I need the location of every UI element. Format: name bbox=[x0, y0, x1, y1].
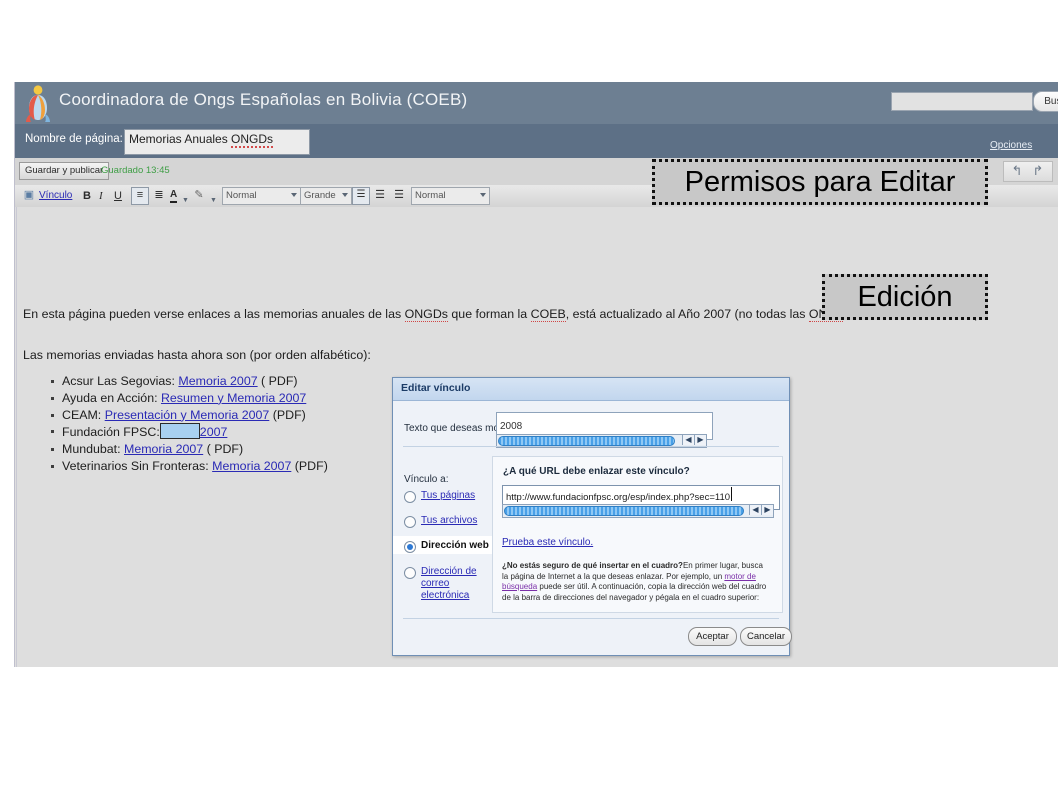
pagename-value-misspelled: ONGDs bbox=[231, 132, 274, 148]
saved-status: Guardado 13:45 bbox=[101, 165, 170, 176]
person-figure-logo-icon bbox=[26, 85, 50, 122]
list-item: Veterinarios Sin Fronteras: Memoria 2007… bbox=[49, 458, 328, 475]
para1-part-c: que forman la bbox=[447, 307, 531, 321]
url-help-text: ¿No estás seguro de qué insertar en el c… bbox=[502, 561, 768, 603]
annotation-permisos-para-editar: Permisos para Editar bbox=[652, 159, 988, 205]
radio-label: Dirección de correo electrónica bbox=[421, 566, 477, 601]
align-left-icon[interactable]: ☰ bbox=[352, 187, 370, 205]
list-item-suffix: ( PDF) bbox=[203, 442, 244, 457]
url-help-bold: ¿No estás seguro de qué insertar en el c… bbox=[502, 561, 683, 570]
pagename-label: Nombre de página: bbox=[25, 133, 123, 145]
text-color-button[interactable]: A bbox=[170, 188, 178, 203]
site-title: Coordinadora de Ongs Españolas en Bolivi… bbox=[59, 90, 468, 109]
edit-link-dialog: Editar vínculo Texto que deseas mostrar:… bbox=[392, 377, 792, 656]
list-item-suffix: ( PDF) bbox=[257, 374, 298, 388]
list-item-link[interactable]: Presentación y Memoria 2007 bbox=[105, 408, 270, 422]
scroll-left-arrow-icon[interactable]: ◀ bbox=[749, 505, 761, 515]
text-selection-highlight[interactable] bbox=[159, 423, 200, 440]
memoria-list: Acsur Las Segovias: Memoria 2007 ( PDF) … bbox=[49, 373, 328, 475]
undo-redo-group: ↰ ↱ bbox=[1003, 161, 1053, 182]
site-header: Coordinadora de Ongs Españolas en Bolivi… bbox=[15, 82, 1058, 124]
url-panel: ¿A qué URL debe enlazar este vínculo? ◀ … bbox=[492, 456, 783, 613]
list-item: Ayuda en Acción: Resumen y Memoria 2007 bbox=[49, 390, 328, 407]
list-item-fpsc: Fundación FPSC: 2007 bbox=[49, 423, 328, 441]
numbered-list-icon[interactable]: ≣ bbox=[151, 187, 167, 203]
search-input[interactable] bbox=[891, 92, 1033, 111]
para1-part-a: En esta página pueden verse enlaces a la… bbox=[23, 307, 405, 321]
list-item-prefix: Fundación FPSC: bbox=[62, 425, 160, 440]
italic-button[interactable]: I bbox=[99, 188, 103, 204]
font-size-value: Grande bbox=[304, 190, 336, 201]
list-item-link[interactable]: Memoria 2007 bbox=[124, 442, 203, 456]
para1-ongds: ONGDs bbox=[404, 307, 448, 322]
list-item-prefix: Mundubat: bbox=[62, 442, 124, 457]
document-left-rule bbox=[16, 207, 17, 667]
url-help-part-b: puede ser útil. A continuación, copia la… bbox=[502, 582, 767, 602]
link-type-radio-group: Tus páginas Tus archivos Dirección web D… bbox=[393, 490, 492, 610]
document-paragraph-2: Las memorias enviadas hasta ahora son (p… bbox=[23, 348, 371, 362]
options-link[interactable]: Opciones bbox=[990, 140, 1032, 151]
pagename-value: Memorias Anuales bbox=[129, 132, 232, 146]
list-item-link[interactable]: 2007 bbox=[200, 425, 228, 439]
line-spacing-select[interactable]: Normal bbox=[411, 187, 490, 205]
list-item-prefix: Acsur Las Segovias: bbox=[62, 374, 179, 388]
url-question-label: ¿A qué URL debe enlazar este vínculo? bbox=[503, 466, 690, 477]
line-spacing-value: Normal bbox=[415, 190, 446, 201]
para1-part-e: , está actualizado al Año 2007 (no todas… bbox=[565, 307, 809, 321]
list-item-link[interactable]: Resumen y Memoria 2007 bbox=[161, 391, 306, 405]
text-caret bbox=[731, 487, 732, 501]
underline-button[interactable]: U bbox=[114, 188, 122, 204]
cancel-button[interactable]: Cancelar bbox=[740, 627, 792, 646]
list-item-link[interactable]: Memoria 2007 bbox=[212, 459, 291, 473]
para1-coeb: COEB bbox=[530, 307, 566, 322]
insert-image-icon[interactable]: ▣ bbox=[21, 187, 37, 203]
align-center-icon[interactable]: ☰ bbox=[372, 187, 388, 203]
insert-link-button[interactable]: Vínculo bbox=[39, 188, 72, 204]
radio-label: Tus páginas bbox=[421, 490, 476, 501]
dialog-titlebar: Editar vínculo bbox=[393, 378, 789, 401]
redo-arrow-icon[interactable]: ↱ bbox=[1031, 164, 1045, 178]
dialog-divider bbox=[403, 446, 779, 447]
scroll-left-arrow-icon[interactable]: ◀ bbox=[682, 435, 694, 445]
undo-arrow-icon[interactable]: ↰ bbox=[1010, 164, 1024, 178]
radio-button-icon[interactable] bbox=[404, 516, 416, 528]
search-button[interactable]: Buscar e bbox=[1033, 91, 1058, 112]
list-item: CEAM: Presentación y Memoria 2007 (PDF) bbox=[49, 407, 328, 424]
list-item-suffix: (PDF) bbox=[269, 407, 306, 422]
list-item-suffix: (PDF) bbox=[291, 458, 328, 473]
paragraph-style-value: Normal bbox=[226, 190, 257, 201]
radio-button-selected-icon[interactable] bbox=[404, 541, 416, 553]
radio-label: Tus archivos bbox=[421, 515, 478, 526]
url-hscrollbar[interactable]: ◀ ▶ bbox=[502, 504, 774, 518]
list-item: Mundubat: Memoria 2007 ( PDF) bbox=[49, 441, 328, 458]
pagename-bar: Nombre de página: Memorias Anuales ONGDs… bbox=[15, 124, 1058, 158]
radio-button-icon[interactable] bbox=[404, 567, 416, 579]
dialog-footer-rule bbox=[403, 618, 779, 619]
bold-button[interactable]: B bbox=[83, 188, 91, 204]
test-link-link[interactable]: Prueba este vínculo. bbox=[502, 537, 593, 548]
scroll-right-arrow-icon[interactable]: ▶ bbox=[694, 435, 706, 445]
radio-label: Dirección web bbox=[421, 540, 489, 551]
accept-button[interactable]: Aceptar bbox=[688, 627, 737, 646]
list-item-link[interactable]: Memoria 2007 bbox=[178, 374, 257, 388]
link-to-label: Vínculo a: bbox=[404, 474, 449, 485]
bulleted-list-icon[interactable]: ≡ bbox=[131, 187, 149, 205]
list-item: Acsur Las Segovias: Memoria 2007 ( PDF) bbox=[49, 373, 328, 390]
paragraph-style-select[interactable]: Normal bbox=[222, 187, 301, 205]
align-right-icon[interactable]: ☰ bbox=[391, 187, 407, 203]
list-item-prefix: Veterinarios Sin Fronteras: bbox=[62, 458, 213, 473]
dialog-title: Editar vínculo bbox=[401, 382, 471, 394]
highlight-color-icon[interactable]: ✎ bbox=[191, 187, 207, 203]
font-size-select[interactable]: Grande bbox=[300, 187, 352, 205]
list-item-prefix: Ayuda en Acción: bbox=[62, 390, 161, 405]
radio-button-icon[interactable] bbox=[404, 491, 416, 503]
list-item-prefix: CEAM: bbox=[62, 407, 105, 422]
scroll-right-arrow-icon[interactable]: ▶ bbox=[761, 505, 773, 515]
save-and-publish-button[interactable]: Guardar y publicar bbox=[19, 162, 110, 180]
pagename-input[interactable]: Memorias Anuales ONGDs bbox=[124, 129, 310, 155]
annotation-edicion: Edición bbox=[822, 274, 988, 320]
